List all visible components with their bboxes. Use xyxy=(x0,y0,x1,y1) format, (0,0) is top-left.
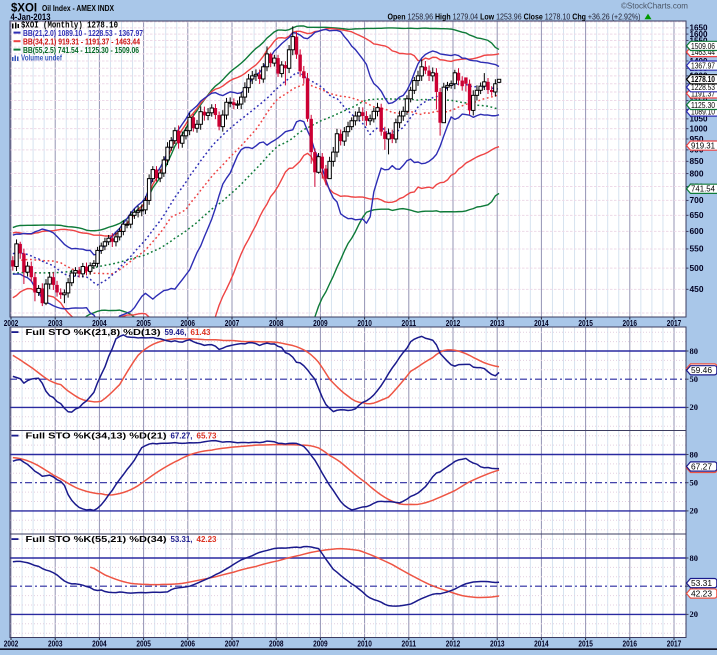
svg-text:Full STO %K(21,8) %D(13)59.46,: Full STO %K(21,8) %D(13)59.46,61.43 xyxy=(26,328,212,337)
svg-text:1509.06: 1509.06 xyxy=(691,42,715,51)
svg-text:2004: 2004 xyxy=(92,319,107,328)
svg-text:600: 600 xyxy=(690,226,704,236)
svg-text:2004: 2004 xyxy=(92,640,107,649)
svg-text:2017: 2017 xyxy=(667,319,682,328)
svg-text:2008: 2008 xyxy=(269,319,284,328)
svg-text:2007: 2007 xyxy=(225,319,240,328)
svg-text:700: 700 xyxy=(690,195,704,205)
svg-text:1278.10: 1278.10 xyxy=(691,75,715,84)
svg-text:1000: 1000 xyxy=(690,124,708,134)
svg-text:2005: 2005 xyxy=(136,319,151,328)
svg-text:50: 50 xyxy=(690,478,699,488)
svg-text:Full STO %K(34,13) %D(21)67.27: Full STO %K(34,13) %D(21)67.27,65.73 xyxy=(26,431,218,440)
svg-text:50: 50 xyxy=(690,374,699,384)
svg-text:2003: 2003 xyxy=(48,319,63,328)
svg-text:2013: 2013 xyxy=(490,319,505,328)
svg-text:2010: 2010 xyxy=(357,640,372,649)
svg-text:2009: 2009 xyxy=(313,640,328,649)
svg-text:2016: 2016 xyxy=(623,319,638,328)
svg-text:500: 500 xyxy=(690,263,704,273)
svg-text:4-Jan-2013: 4-Jan-2013 xyxy=(11,12,51,22)
svg-text:650: 650 xyxy=(690,210,704,220)
svg-text:2002: 2002 xyxy=(4,319,19,328)
svg-text:2011: 2011 xyxy=(402,640,417,649)
svg-text:2003: 2003 xyxy=(48,640,63,649)
svg-text:53.31: 53.31 xyxy=(691,579,713,588)
svg-text:80: 80 xyxy=(690,553,699,563)
svg-text:42.23: 42.23 xyxy=(691,589,713,598)
svg-text:Open 1258.96 High 1279.04 Low: Open 1258.96 High 1279.04 Low 1253.96 Cl… xyxy=(388,11,641,21)
svg-text:2013: 2013 xyxy=(490,640,505,649)
svg-text:1125.30: 1125.30 xyxy=(691,101,715,110)
svg-text:20: 20 xyxy=(690,609,699,619)
svg-text:80: 80 xyxy=(690,346,699,356)
svg-text:741.54: 741.54 xyxy=(691,185,716,194)
svg-text:2014: 2014 xyxy=(534,319,549,328)
svg-text:919.31: 919.31 xyxy=(691,142,716,151)
svg-text:2014: 2014 xyxy=(534,640,549,649)
svg-text:2016: 2016 xyxy=(623,640,638,649)
svg-text:67.27: 67.27 xyxy=(691,462,713,471)
svg-text:2012: 2012 xyxy=(446,319,461,328)
svg-text:450: 450 xyxy=(690,284,704,294)
svg-text:Volume undef: Volume undef xyxy=(21,54,62,63)
svg-text:2011: 2011 xyxy=(402,319,417,328)
svg-text:2008: 2008 xyxy=(269,640,284,649)
svg-text:2007: 2007 xyxy=(225,640,240,649)
svg-text:2002: 2002 xyxy=(4,640,19,649)
svg-text:550: 550 xyxy=(690,244,704,254)
svg-text:2017: 2017 xyxy=(667,640,682,649)
svg-text:2005: 2005 xyxy=(136,640,151,649)
svg-text:Full STO %K(55,21) %D(34)53.31: Full STO %K(55,21) %D(34)53.31,42.23 xyxy=(26,535,218,544)
svg-text:©StockCharts.com: ©StockCharts.com xyxy=(621,2,688,11)
svg-text:2015: 2015 xyxy=(578,640,593,649)
svg-text:20: 20 xyxy=(690,402,699,412)
svg-text:2012: 2012 xyxy=(446,640,461,649)
svg-text:2006: 2006 xyxy=(181,319,196,328)
svg-text:80: 80 xyxy=(690,449,699,459)
svg-text:20: 20 xyxy=(690,506,699,516)
svg-text:2015: 2015 xyxy=(578,319,593,328)
svg-text:1650: 1650 xyxy=(690,23,708,33)
svg-text:2010: 2010 xyxy=(357,319,372,328)
svg-text:2006: 2006 xyxy=(181,640,196,649)
svg-text:2009: 2009 xyxy=(313,319,328,328)
svg-text:800: 800 xyxy=(690,168,704,178)
svg-text:59.46: 59.46 xyxy=(691,366,713,375)
svg-text:Oil Index - AMEX INDX: Oil Index - AMEX INDX xyxy=(42,3,114,13)
svg-text:850: 850 xyxy=(690,156,704,166)
svg-text:1367.97: 1367.97 xyxy=(691,62,715,71)
